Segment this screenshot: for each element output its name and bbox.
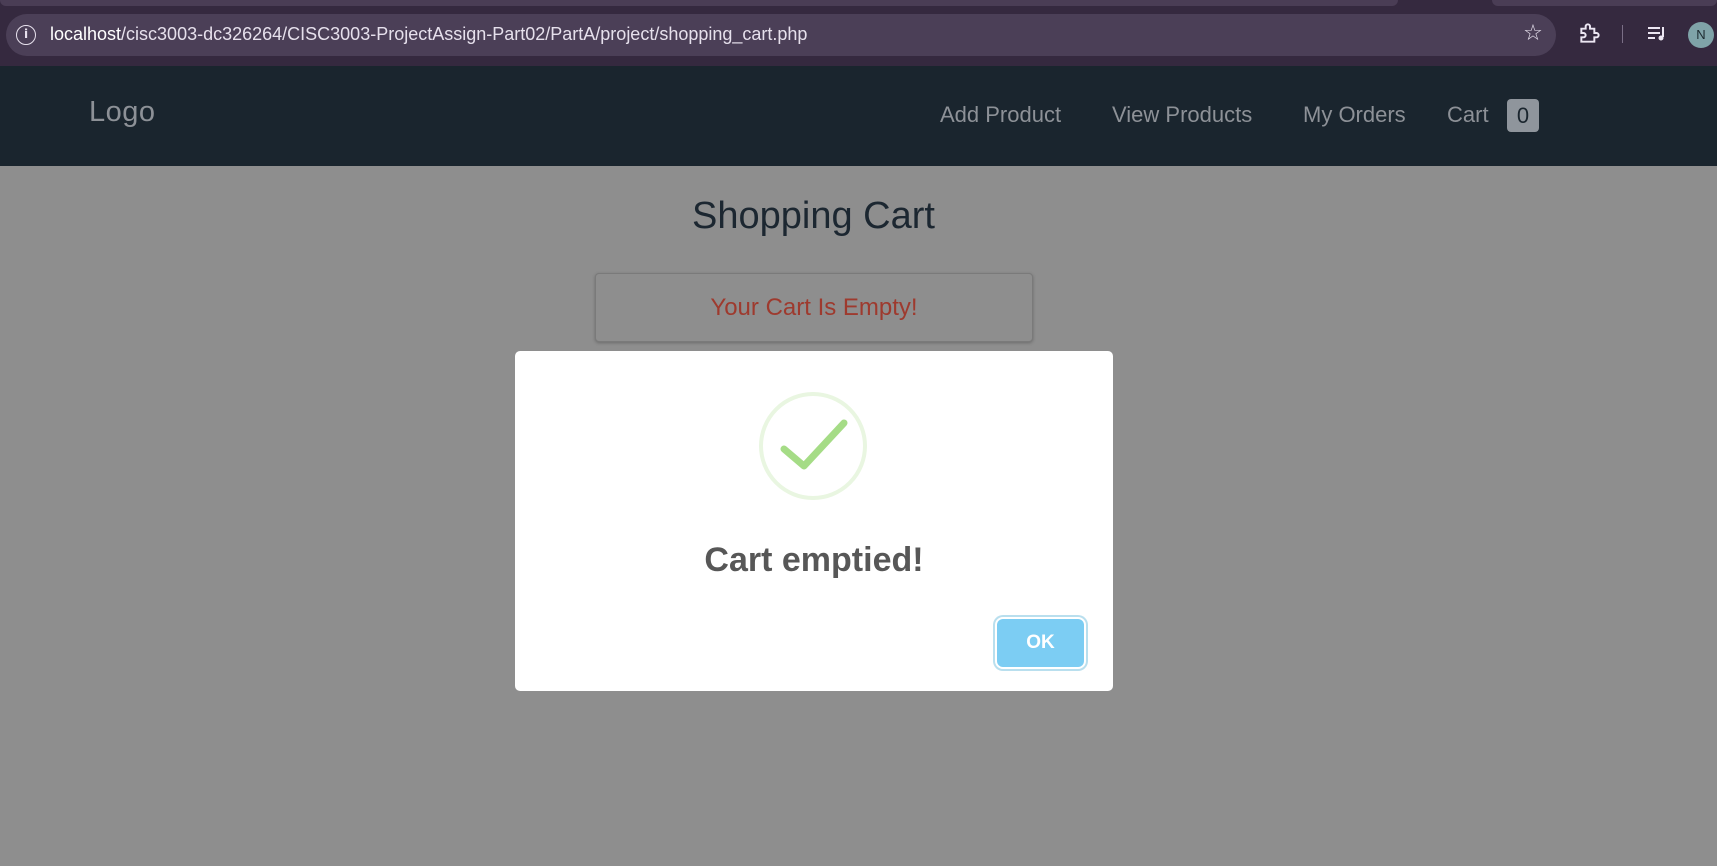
success-dialog: Cart emptied! OK	[515, 351, 1113, 691]
site-logo[interactable]: Logo	[89, 96, 156, 129]
address-bar[interactable]: i localhost/cisc3003-dc326264/CISC3003-P…	[6, 14, 1556, 56]
profile-avatar[interactable]: N	[1688, 22, 1714, 48]
nav-view-products[interactable]: View Products	[1112, 102, 1252, 128]
media-control-icon[interactable]	[1645, 22, 1669, 46]
nav-add-product[interactable]: Add Product	[940, 102, 1061, 128]
site-navbar: Logo Add Product View Products My Orders…	[0, 66, 1717, 166]
tab-strip-right	[1492, 0, 1717, 6]
cart-count-badge[interactable]: 0	[1507, 99, 1539, 132]
bookmark-star-icon[interactable]: ☆	[1520, 21, 1546, 47]
tab-strip	[0, 0, 1398, 6]
nav-cart[interactable]: Cart	[1447, 102, 1489, 128]
site-info-icon[interactable]: i	[16, 25, 36, 45]
browser-toolbar: i localhost/cisc3003-dc326264/CISC3003-P…	[0, 0, 1717, 66]
dialog-title: Cart emptied!	[704, 541, 924, 579]
ok-button[interactable]: OK	[997, 619, 1084, 667]
success-check-icon	[759, 392, 867, 500]
extensions-icon[interactable]	[1577, 20, 1603, 46]
toolbar-divider	[1622, 25, 1623, 43]
url-path: /cisc3003-dc326264/CISC3003-ProjectAssig…	[121, 24, 808, 44]
nav-my-orders[interactable]: My Orders	[1303, 102, 1406, 128]
page-title: Shopping Cart	[692, 195, 935, 237]
url-host: localhost	[50, 24, 122, 44]
empty-cart-message: Your Cart Is Empty!	[710, 294, 918, 321]
url-text[interactable]: localhost/cisc3003-dc326264/CISC3003-Pro…	[50, 24, 807, 45]
empty-cart-alert: Your Cart Is Empty!	[595, 273, 1033, 342]
